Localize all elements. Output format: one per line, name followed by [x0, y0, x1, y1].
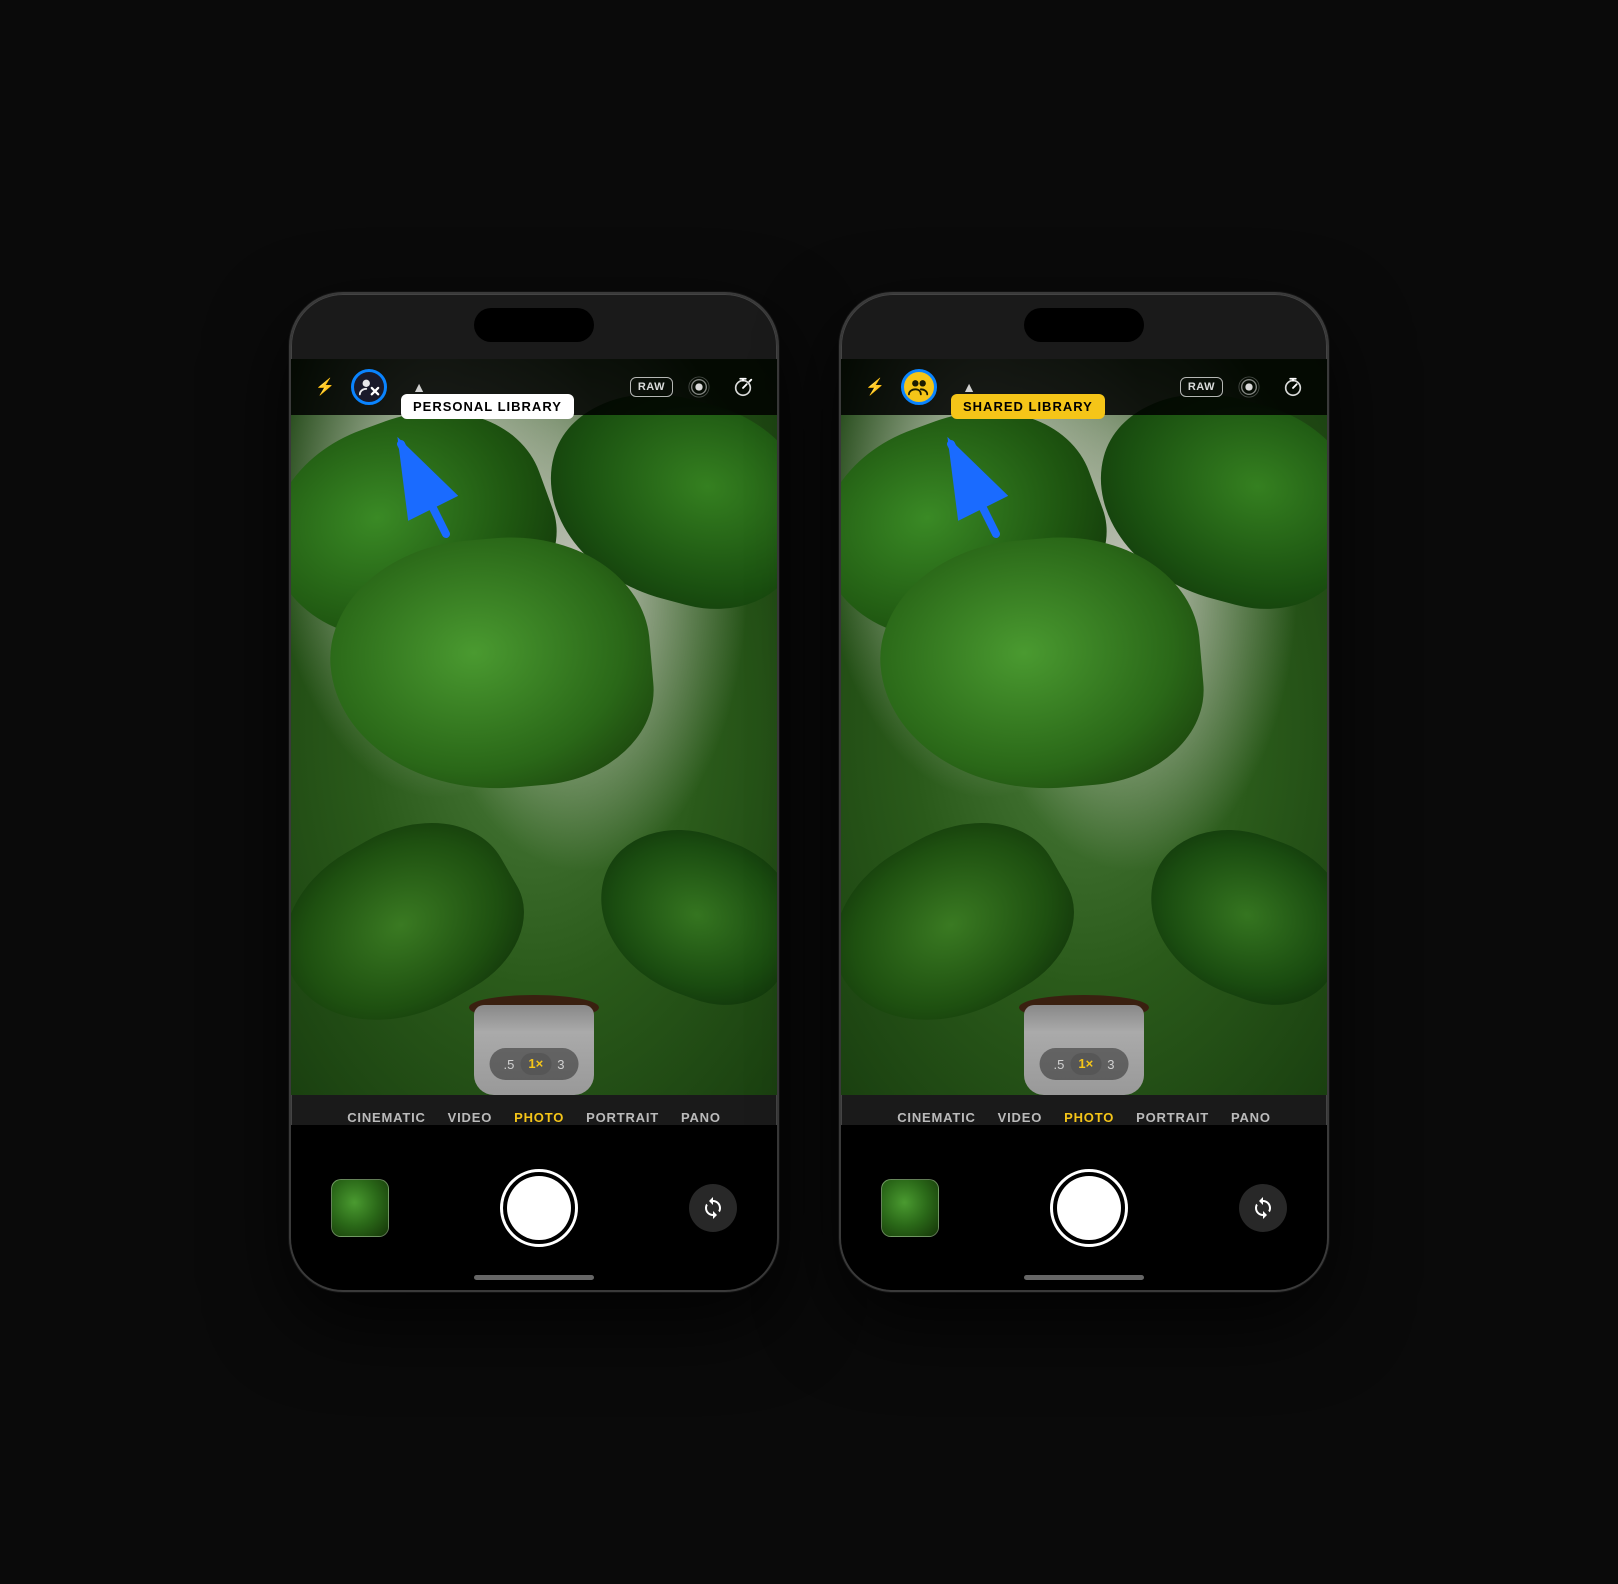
bottom-controls-shared — [841, 1125, 1327, 1290]
shutter-btn-shared[interactable] — [1050, 1169, 1128, 1247]
timer-icon-s — [1282, 376, 1304, 398]
flash-btn-shared[interactable]: ⚡ — [857, 369, 893, 405]
thumbnail-image-personal — [332, 1180, 388, 1236]
top-bar-right-shared: RAW — [1180, 369, 1311, 405]
top-bar-left-personal: ⚡ — [307, 369, 387, 405]
photo-thumbnail-personal[interactable] — [331, 1179, 389, 1237]
shutter-inner-personal — [507, 1176, 571, 1240]
flash-icon: ⚡ — [315, 377, 335, 397]
mode-photo-shared[interactable]: PHOTO — [1064, 1110, 1114, 1125]
zoom-half-shared[interactable]: .5 — [1054, 1057, 1065, 1072]
phone-personal: ⚡ ▲ — [289, 292, 779, 1292]
blue-arrow-shared — [926, 424, 1026, 544]
leaf-bottom-right — [576, 806, 777, 1025]
home-indicator-shared — [1024, 1275, 1144, 1280]
live-photo-btn-shared[interactable] — [1231, 369, 1267, 405]
viewfinder-shared[interactable] — [841, 359, 1327, 1095]
library-label-personal: PERSONAL LIBRARY — [401, 394, 574, 419]
zoom-3x-shared[interactable]: 3 — [1107, 1057, 1114, 1072]
mode-video-shared[interactable]: VIDEO — [998, 1110, 1042, 1125]
timer-btn-shared[interactable] — [1275, 369, 1311, 405]
library-icon-shared[interactable] — [901, 369, 937, 405]
top-bar-left-shared: ⚡ — [857, 369, 937, 405]
photo-thumbnail-shared[interactable] — [881, 1179, 939, 1237]
raw-label-s: RAW — [1188, 381, 1215, 393]
flip-icon-s — [1251, 1196, 1275, 1220]
mode-cinematic-shared[interactable]: CINEMATIC — [897, 1110, 975, 1125]
phones-container: ⚡ ▲ — [289, 292, 1329, 1292]
timer-icon — [732, 376, 754, 398]
mode-pano-shared[interactable]: PANO — [1231, 1110, 1271, 1125]
flash-btn-personal[interactable]: ⚡ — [307, 369, 343, 405]
bottom-controls-personal — [291, 1125, 777, 1290]
flip-icon — [701, 1196, 725, 1220]
raw-btn-personal[interactable]: RAW — [630, 377, 673, 397]
phone-frame-personal: ⚡ ▲ — [289, 292, 779, 1292]
leaf-bottom-right-s — [1126, 806, 1327, 1025]
zoom-1x-label-personal: 1× — [528, 1056, 543, 1071]
thumbnail-image-shared — [882, 1180, 938, 1236]
dynamic-island-shared — [1024, 308, 1144, 342]
mode-video-personal[interactable]: VIDEO — [448, 1110, 492, 1125]
zoom-1x-label-shared: 1× — [1078, 1056, 1093, 1071]
mode-portrait-personal[interactable]: PORTRAIT — [586, 1110, 659, 1125]
zoom-half-personal[interactable]: .5 — [504, 1057, 515, 1072]
live-photo-icon-s — [1238, 376, 1260, 398]
shared-library-icon — [908, 376, 930, 398]
viewfinder-personal[interactable] — [291, 359, 777, 1095]
chevron-up-icon-s: ▲ — [962, 379, 976, 395]
flash-icon-s: ⚡ — [865, 377, 885, 397]
zoom-controls-personal: .5 1× 3 — [490, 1048, 579, 1080]
home-indicator-personal — [474, 1275, 594, 1280]
library-icon-personal[interactable] — [351, 369, 387, 405]
timer-btn-personal[interactable] — [725, 369, 761, 405]
mode-strip-personal: CINEMATIC VIDEO PHOTO PORTRAIT PANO — [291, 1110, 777, 1125]
shutter-btn-personal[interactable] — [500, 1169, 578, 1247]
mode-pano-personal[interactable]: PANO — [681, 1110, 721, 1125]
mode-strip-shared: CINEMATIC VIDEO PHOTO PORTRAIT PANO — [841, 1110, 1327, 1125]
live-photo-icon — [688, 376, 710, 398]
phone-shared: ⚡ ▲ — [839, 292, 1329, 1292]
dynamic-island-personal — [474, 308, 594, 342]
zoom-controls-shared: .5 1× 3 — [1040, 1048, 1129, 1080]
shutter-inner-shared — [1057, 1176, 1121, 1240]
flip-camera-btn-personal[interactable] — [689, 1184, 737, 1232]
chevron-up-icon: ▲ — [412, 379, 426, 395]
zoom-3x-personal[interactable]: 3 — [557, 1057, 564, 1072]
plant-bg-shared — [841, 359, 1327, 1095]
library-label-shared: SHARED LIBRARY — [951, 394, 1105, 419]
zoom-1x-personal[interactable]: 1× — [520, 1053, 551, 1075]
mode-cinematic-personal[interactable]: CINEMATIC — [347, 1110, 425, 1125]
mode-photo-personal[interactable]: PHOTO — [514, 1110, 564, 1125]
live-photo-btn-personal[interactable] — [681, 369, 717, 405]
flip-camera-btn-shared[interactable] — [1239, 1184, 1287, 1232]
zoom-1x-shared[interactable]: 1× — [1070, 1053, 1101, 1075]
phone-frame-shared: ⚡ ▲ — [839, 292, 1329, 1292]
blue-arrow-personal — [376, 424, 476, 544]
top-bar-right-personal: RAW — [630, 369, 761, 405]
plant-bg-personal — [291, 359, 777, 1095]
personal-library-icon — [358, 376, 380, 398]
raw-label: RAW — [638, 381, 665, 393]
raw-btn-shared[interactable]: RAW — [1180, 377, 1223, 397]
mode-portrait-shared[interactable]: PORTRAIT — [1136, 1110, 1209, 1125]
